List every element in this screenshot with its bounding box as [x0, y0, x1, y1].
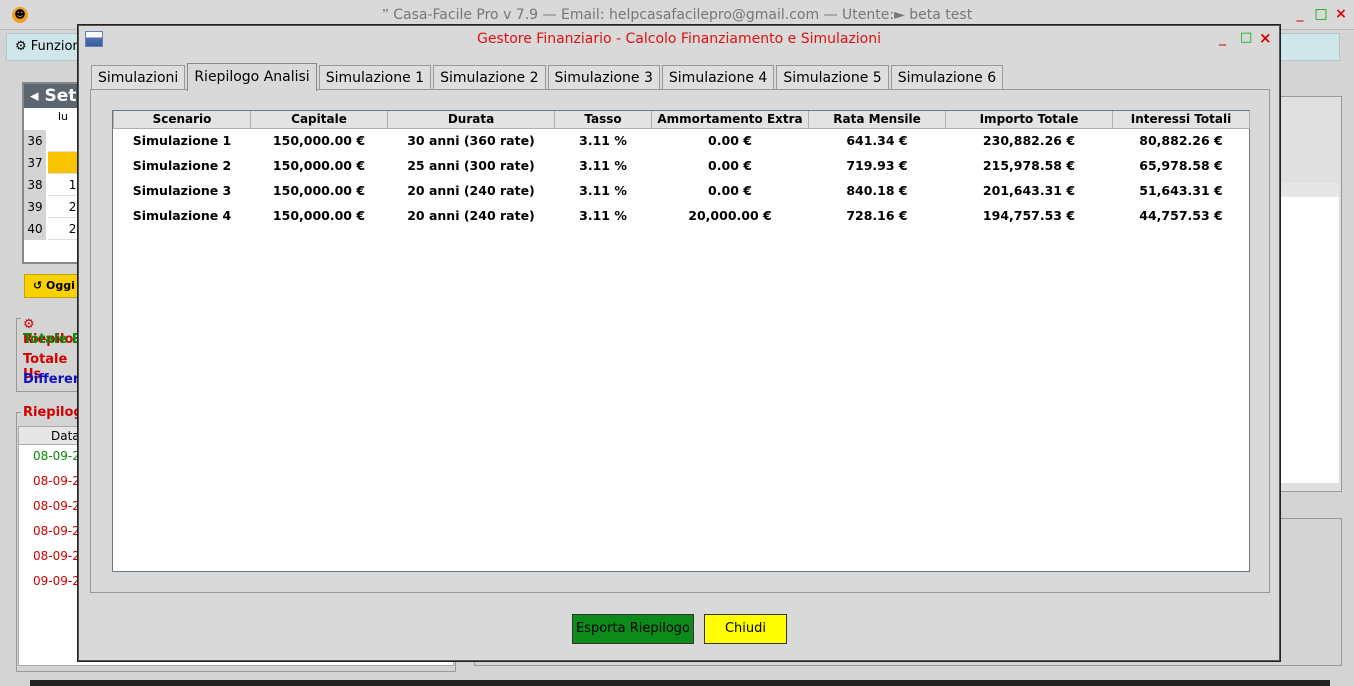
column-header-rata-mensile[interactable]: Rata Mensile — [808, 111, 946, 129]
table-row[interactable]: Simulazione 4 150,000.00 € 20 anni (240 … — [114, 203, 1250, 228]
cell-tasso: 3.11 % — [579, 183, 627, 198]
table-header-row: Scenario Capitale Durata Tasso Ammortame… — [113, 111, 1250, 129]
calendar-week-number: 36 — [24, 130, 46, 152]
cell-ammortamento-extra: 0.00 € — [708, 183, 752, 198]
cell-scenario: Simulazione 2 — [132, 158, 232, 173]
cell-importo-totale: 215,978.58 € — [982, 158, 1076, 173]
app-maximize-button[interactable]: □ — [1313, 6, 1329, 22]
cell-capitale: 150,000.00 € — [272, 208, 366, 223]
column-header-importo-totale[interactable]: Importo Totale — [945, 111, 1113, 129]
cell-durata: 20 anni (240 rate) — [407, 183, 535, 198]
cell-ammortamento-extra: 0.00 € — [708, 158, 752, 173]
dialog-titlebar: Gestore Finanziario - Calcolo Finanziame… — [79, 26, 1279, 52]
tab-simulazione-5[interactable]: Simulazione 5 — [776, 65, 889, 90]
cell-capitale: 150,000.00 € — [272, 158, 366, 173]
cell-ammortamento-extra: 20,000.00 € — [688, 208, 772, 223]
table-row[interactable]: Simulazione 1 150,000.00 € 30 anni (360 … — [114, 128, 1250, 153]
close-button[interactable]: Chiudi — [704, 614, 787, 644]
app-title: 🙷 Casa-Facile Pro v 7.9 — Email: helpcas… — [381, 7, 973, 23]
tab-simulazione-1[interactable]: Simulazione 1 — [318, 65, 432, 90]
cell-rata-mensile: 719.93 € — [846, 158, 908, 173]
cell-interessi-totali: 51,643.31 € — [1139, 183, 1223, 198]
cell-importo-totale: 194,757.53 € — [982, 208, 1076, 223]
tab-simulazioni[interactable]: Simulazioni — [91, 65, 186, 90]
column-header-durata[interactable]: Durata — [387, 111, 555, 129]
cell-scenario: Simulazione 4 — [132, 208, 232, 223]
app-close-button[interactable]: × — [1333, 6, 1349, 22]
summary-table-container[interactable]: Scenario Capitale Durata Tasso Ammortame… — [112, 110, 1250, 572]
cell-importo-totale: 230,882.26 € — [982, 133, 1076, 149]
taskbar-strip — [30, 680, 1330, 686]
calendar-day-header: lu — [58, 110, 69, 123]
financial-manager-dialog: Gestore Finanziario - Calcolo Finanziame… — [78, 25, 1280, 661]
column-header-ammortamento-extra[interactable]: Ammortamento Extra — [651, 111, 809, 129]
calendar-week-number: 38 — [24, 174, 46, 196]
cell-capitale: 150,000.00 € — [272, 183, 366, 198]
today-button[interactable]: ↺ Oggi — [24, 274, 84, 298]
dialog-title: Gestore Finanziario - Calcolo Finanziame… — [476, 31, 882, 47]
tab-simulazione-3[interactable]: Simulazione 3 — [547, 65, 660, 90]
cell-interessi-totali: 80,882.26 € — [1139, 133, 1223, 149]
calendar-week-number: 40 — [24, 218, 46, 240]
tab-simulazione-6[interactable]: Simulazione 6 — [890, 65, 1004, 90]
cell-durata: 30 anni (360 rate) — [407, 133, 535, 149]
tab-panel-riepilogo: Scenario Capitale Durata Tasso Ammortame… — [90, 89, 1270, 593]
cell-interessi-totali: 44,757.53 € — [1139, 208, 1223, 223]
tab-simulazione-4[interactable]: Simulazione 4 — [661, 65, 775, 90]
app-minimize-button[interactable]: _ — [1292, 6, 1308, 22]
cell-tasso: 3.11 % — [579, 133, 627, 149]
cell-rata-mensile: 728.16 € — [846, 208, 908, 223]
calendar-week-number: 39 — [24, 196, 46, 218]
column-header-scenario[interactable]: Scenario — [113, 111, 251, 129]
cell-tasso: 3.11 % — [579, 208, 627, 223]
functions-menu-label: ⚙ Funzion — [15, 39, 81, 54]
tab-simulazione-2[interactable]: Simulazione 2 — [433, 65, 546, 90]
total-income-label: Totale E — [23, 332, 81, 347]
calendar-week-number: 37 — [24, 152, 46, 174]
cell-importo-totale: 201,643.31 € — [982, 183, 1076, 198]
right-panel — [1280, 96, 1342, 492]
column-header-interessi-totali[interactable]: Interessi Totali — [1112, 111, 1250, 129]
cell-rata-mensile: 641.34 € — [846, 133, 908, 149]
dialog-maximize-button[interactable]: □ — [1240, 30, 1252, 45]
table-row[interactable]: Simulazione 2 150,000.00 € 25 anni (300 … — [114, 153, 1250, 178]
cell-ammortamento-extra: 0.00 € — [708, 133, 752, 149]
dialog-close-button[interactable]: × — [1259, 29, 1272, 47]
cell-capitale: 150,000.00 € — [272, 133, 366, 149]
right-panel-list — [1281, 183, 1339, 483]
tab-bar: Simulazioni Riepilogo Analisi Simulazion… — [91, 63, 1005, 91]
column-header-tasso[interactable]: Tasso — [554, 111, 652, 129]
column-header-capitale[interactable]: Capitale — [250, 111, 388, 129]
cell-durata: 25 anni (300 rate) — [407, 158, 535, 173]
cell-durata: 20 anni (240 rate) — [407, 208, 535, 223]
export-summary-button[interactable]: Esporta Riepilogo — [572, 614, 694, 644]
cell-interessi-totali: 65,978.58 € — [1139, 158, 1223, 173]
cell-tasso: 3.11 % — [579, 158, 627, 173]
tab-riepilogo-analisi[interactable]: Riepilogo Analisi — [187, 63, 317, 91]
cell-scenario: Simulazione 3 — [132, 183, 232, 198]
summary-table: Scenario Capitale Durata Tasso Ammortame… — [113, 111, 1250, 228]
dialog-minimize-button[interactable]: _ — [1219, 30, 1226, 46]
table-row[interactable]: Simulazione 3 150,000.00 € 20 anni (240 … — [114, 178, 1250, 203]
cell-rata-mensile: 840.18 € — [846, 183, 908, 198]
summary-group: ⚙ Riepilo Totale E Totale Us Differenz — [16, 317, 90, 392]
cell-scenario: Simulazione 1 — [132, 133, 232, 149]
